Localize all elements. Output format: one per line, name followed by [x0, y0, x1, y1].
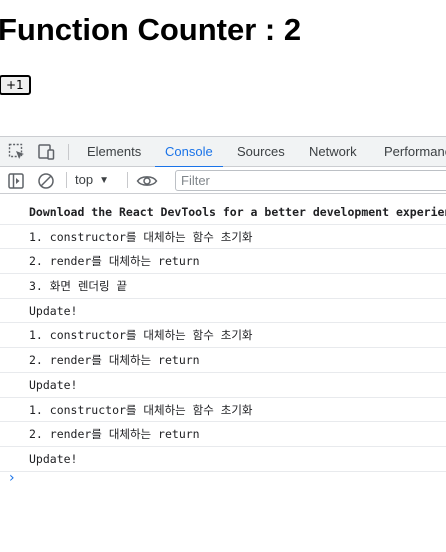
console-message: 1. constructor를 대체하는 함수 초기화	[0, 225, 446, 250]
toolbar-divider	[68, 144, 69, 160]
console-message: 1. constructor를 대체하는 함수 초기화	[0, 398, 446, 423]
console-messages: Download the React DevTools for a better…	[0, 200, 446, 472]
devtools-panel: Elements Console Sources Network Perform…	[0, 136, 446, 552]
live-expression-eye-icon[interactable]	[136, 171, 158, 191]
show-sidebar-icon[interactable]	[6, 171, 26, 191]
page-title: Function Counter : 2	[0, 12, 302, 47]
console-toolbar: top ▼	[0, 167, 446, 194]
console-message: 2. render를 대체하는 return	[0, 348, 446, 373]
tab-sources[interactable]: Sources	[237, 137, 285, 167]
console-message: Update!	[0, 447, 446, 472]
chevron-down-icon: ▼	[99, 175, 109, 186]
toolbar-divider	[66, 172, 67, 188]
console-message: Download the React DevTools for a better…	[0, 200, 446, 225]
console-prompt-chevron-icon[interactable]: ›	[9, 470, 15, 486]
tab-elements[interactable]: Elements	[87, 137, 141, 167]
console-message: 2. render를 대체하는 return	[0, 422, 446, 447]
console-message: Update!	[0, 299, 446, 324]
context-label: top	[75, 172, 94, 187]
clear-console-icon[interactable]	[36, 171, 56, 191]
tab-performance[interactable]: Performance	[384, 137, 446, 167]
context-selector[interactable]: top ▼	[75, 170, 109, 190]
console-message: 2. render를 대체하는 return	[0, 249, 446, 275]
console-message: 3. 화면 렌더링 끝	[0, 274, 446, 299]
device-toolbar-icon[interactable]	[36, 142, 56, 162]
tab-console[interactable]: Console	[155, 137, 223, 168]
toolbar-divider	[127, 172, 128, 188]
devtools-tabbar: Elements Console Sources Network Perform…	[0, 137, 446, 168]
filter-input[interactable]	[175, 170, 446, 191]
tab-network[interactable]: Network	[309, 137, 357, 167]
console-message: Update!	[0, 373, 446, 398]
inspect-element-icon[interactable]	[7, 142, 27, 162]
increment-button[interactable]: +1	[0, 75, 31, 95]
console-message: 1. constructor를 대체하는 함수 초기화	[0, 323, 446, 349]
